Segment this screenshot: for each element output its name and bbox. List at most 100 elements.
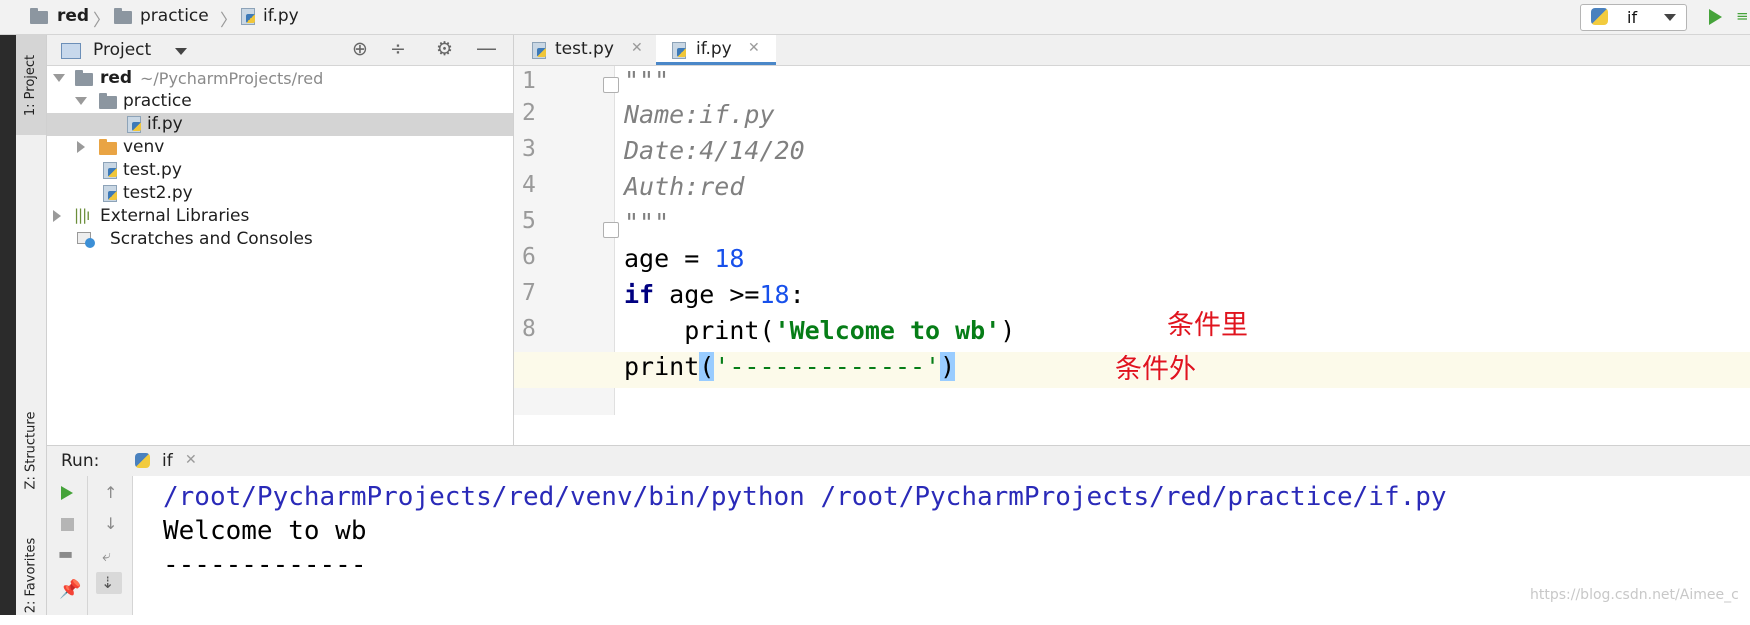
line-number: 3 — [522, 136, 536, 162]
code-line-2: Name:if.py — [624, 100, 775, 129]
project-view-icon — [61, 43, 81, 59]
code-editor[interactable]: """ Name:if.py Date:4/14/20 Auth:red """… — [615, 66, 1750, 415]
project-panel-header: Project ⊕ ÷ ⚙ — — [47, 35, 513, 66]
line-number: 1 — [522, 68, 536, 94]
run-configuration-label: if — [1627, 8, 1638, 27]
tree-item-label: red — [100, 68, 133, 88]
console-line-output-1: Welcome to wb — [163, 516, 367, 546]
chevron-down-icon[interactable] — [175, 48, 187, 55]
console-line-command: /root/PycharmProjects/red/venv/bin/pytho… — [163, 482, 1447, 512]
project-view-select[interactable]: Project — [93, 40, 151, 60]
folder-icon — [99, 93, 117, 109]
line-number: 7 — [522, 280, 536, 306]
run-toolbar-secondary: ↑ ↓ ⤶ ⇣ — [88, 476, 133, 615]
folder-icon — [75, 70, 93, 86]
tool-tab-favorites[interactable]: 2: Favorites — [16, 525, 46, 625]
chevron-right-icon[interactable] — [77, 141, 85, 153]
editor-tab-label: if.py — [696, 39, 732, 59]
tree-item-test-py[interactable]: test.py — [47, 159, 513, 182]
tree-item-label: if.py — [147, 114, 183, 134]
code-line-5: """ — [624, 208, 670, 237]
pin-icon[interactable]: 📌 — [59, 579, 81, 600]
soft-wrap-icon[interactable]: ⤶ — [102, 546, 111, 566]
chevron-down-icon[interactable] — [75, 97, 87, 105]
tree-item-label: External Libraries — [100, 206, 250, 226]
run-tab-if[interactable]: if — [162, 451, 173, 471]
editor-tab-test-py[interactable]: test.py ✕ — [514, 35, 656, 65]
close-icon[interactable]: ✕ — [185, 452, 197, 468]
tree-item-label: practice — [123, 91, 192, 111]
hide-panel-icon[interactable]: — — [476, 36, 497, 60]
annotation-outside-condition: 条件外 — [1115, 354, 1196, 385]
python-file-icon — [126, 116, 142, 133]
library-icon: |||ı — [74, 206, 90, 224]
chevron-right-icon[interactable] — [53, 210, 61, 222]
console-line-output-2: ------------- — [163, 550, 367, 580]
editor-tab-if-py[interactable]: if.py ✕ — [656, 35, 776, 65]
scratch-badge-icon — [85, 238, 95, 248]
python-file-icon — [102, 185, 118, 202]
python-file-icon — [671, 42, 687, 59]
tool-tab-label: Z: Structure — [23, 411, 39, 489]
arrow-up-icon[interactable]: ↑ — [104, 483, 117, 502]
tree-item-label: test.py — [123, 160, 182, 180]
line-number: 2 — [522, 100, 536, 126]
python-file-icon — [240, 8, 256, 25]
debug-icon[interactable]: ≡ — [1736, 7, 1749, 25]
folder-icon — [114, 8, 132, 24]
run-console[interactable]: /root/PycharmProjects/red/venv/bin/pytho… — [133, 476, 1750, 615]
close-icon[interactable]: ✕ — [631, 40, 643, 56]
code-line-4: Auth:red — [624, 172, 745, 201]
run-panel-title: Run: — [61, 451, 100, 471]
scroll-to-end-icon: ⇣ — [101, 573, 115, 592]
tool-tab-project[interactable]: 1: Project — [16, 35, 46, 135]
code-line-7: if age >=18: — [624, 280, 805, 309]
breadcrumb-separator: 〉 — [220, 11, 237, 31]
layout-icon[interactable]: ▬ — [58, 544, 73, 563]
tool-window-strip: 1: Project Z: Structure 2: Favorites — [16, 35, 47, 615]
tree-item-test2-py[interactable]: test2.py — [47, 182, 513, 205]
line-number: 4 — [522, 172, 536, 198]
breadcrumb-item-red[interactable]: red — [57, 6, 89, 26]
collapse-all-icon[interactable]: ÷ — [390, 38, 406, 60]
tool-tab-label: 1: Project — [23, 54, 39, 116]
tree-item-label: test2.py — [123, 183, 193, 203]
arrow-down-icon[interactable]: ↓ — [104, 514, 117, 533]
tool-tab-label: 2: Favorites — [23, 537, 39, 613]
tool-tab-structure[interactable]: Z: Structure — [16, 395, 46, 505]
line-number: 5 — [522, 208, 536, 234]
chevron-down-icon — [1664, 14, 1676, 21]
run-configuration-select[interactable]: if — [1580, 4, 1687, 31]
tree-item-red[interactable]: red ~/PycharmProjects/red — [47, 67, 513, 90]
tree-item-scratches[interactable]: Scratches and Consoles — [47, 228, 513, 251]
code-line-6: age = 18 — [624, 244, 745, 273]
gear-icon[interactable]: ⚙ — [436, 38, 453, 60]
tree-item-practice[interactable]: practice — [47, 90, 513, 113]
code-line-3: Date:4/14/20 — [624, 136, 805, 165]
python-logo-icon — [135, 453, 150, 468]
python-logo-icon — [1591, 8, 1608, 25]
tree-item-if-py[interactable]: if.py — [47, 113, 513, 136]
close-icon[interactable]: ✕ — [748, 40, 760, 56]
run-panel-header: Run: if ✕ — [47, 445, 1750, 477]
code-line-1: """ — [624, 66, 670, 95]
code-line-8: print('Welcome to wb') — [624, 316, 1016, 345]
stop-icon[interactable] — [61, 518, 74, 531]
window-edge — [0, 35, 16, 615]
chevron-down-icon[interactable] — [53, 74, 65, 82]
python-file-icon — [531, 42, 547, 59]
tree-item-venv[interactable]: venv — [47, 136, 513, 159]
locate-icon[interactable]: ⊕ — [352, 38, 368, 60]
excluded-folder-icon — [99, 139, 117, 155]
rerun-icon[interactable] — [61, 486, 73, 500]
editor-tab-bar: test.py ✕ if.py ✕ — [514, 35, 1750, 66]
project-panel: Project ⊕ ÷ ⚙ — red ~/PycharmProjects/re… — [47, 35, 514, 445]
code-line-9: print('-------------') — [624, 352, 956, 381]
breadcrumb-item-practice[interactable]: practice — [140, 6, 209, 26]
run-icon[interactable] — [1709, 9, 1722, 25]
python-file-icon — [102, 162, 118, 179]
watermark: https://blog.csdn.net/Aimee_c — [1530, 587, 1739, 603]
breadcrumb-item-file[interactable]: if.py — [263, 6, 299, 26]
tree-item-external-libraries[interactable]: |||ı External Libraries — [47, 205, 513, 228]
tree-item-label: venv — [123, 137, 165, 157]
